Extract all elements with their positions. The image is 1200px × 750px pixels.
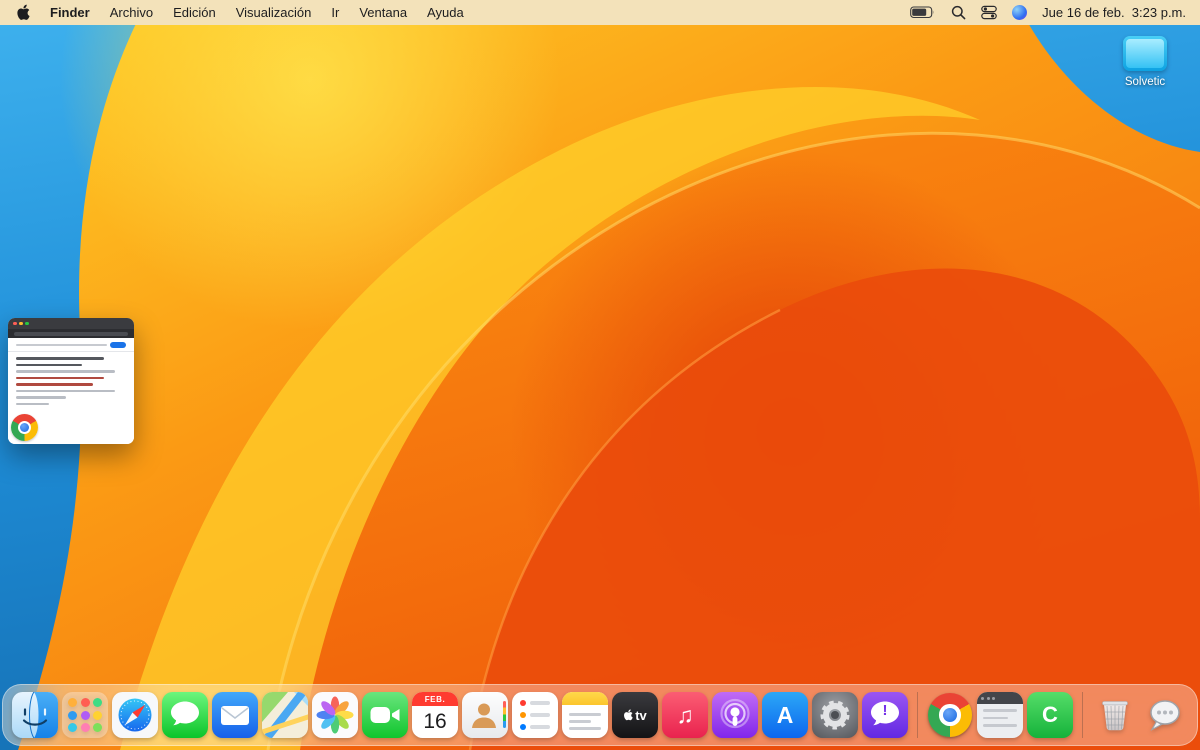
dock-item-notes[interactable]	[562, 692, 608, 738]
zoom-icon	[25, 321, 29, 326]
messages-icon	[162, 692, 208, 738]
minimize-icon	[19, 321, 23, 326]
minimized-chrome-window[interactable]	[8, 318, 134, 444]
app-store-letter: A	[776, 701, 794, 728]
dock-item-launchpad[interactable]	[62, 692, 108, 738]
dock-item-reminders[interactable]	[512, 692, 558, 738]
menu-ventana[interactable]: Ventana	[349, 0, 417, 25]
dock-item-maps[interactable]	[262, 692, 308, 738]
dock-item-trash[interactable]	[1092, 692, 1138, 738]
calendar-day-label: 16	[423, 709, 447, 733]
dock-item-contacts[interactable]	[462, 692, 508, 738]
menu-ayuda[interactable]: Ayuda	[417, 0, 474, 25]
finder-icon	[12, 692, 58, 738]
control-center-icon[interactable]	[981, 5, 997, 20]
calendar-icon: FEB. 16	[412, 692, 458, 738]
close-icon	[13, 321, 17, 326]
menu-edicion[interactable]: Edición	[163, 0, 226, 25]
dock-item-apple-tv[interactable]: tv	[612, 692, 658, 738]
dock: FEB. 16 tv ♫ A ! C	[2, 684, 1198, 746]
apple-logo-icon	[17, 4, 30, 20]
feedback-exclamation: !	[882, 702, 888, 719]
menu-bar: Finder Archivo Edición Visualización Ir …	[0, 0, 1200, 25]
dock-item-photos[interactable]	[312, 692, 358, 738]
notes-icon	[562, 692, 608, 738]
dock-separator	[917, 692, 918, 738]
dock-item-app-store[interactable]: A	[762, 692, 808, 738]
desktop-icon-label: Solvetic	[1124, 76, 1166, 88]
menu-archivo[interactable]: Archivo	[100, 0, 163, 25]
apple-tv-icon: tv	[612, 692, 658, 738]
menu-clock[interactable]: Jue 16 de feb. 3:23 p.m.	[1042, 5, 1186, 20]
mini-window-addressbar	[8, 329, 134, 338]
cleaner-letter: C	[1042, 702, 1058, 727]
app-window-icon	[977, 692, 1023, 738]
music-icon: ♫	[662, 692, 708, 738]
dock-item-safari[interactable]	[112, 692, 158, 738]
reminders-icon	[512, 692, 558, 738]
dock-item-app-window[interactable]	[977, 692, 1023, 738]
dock-item-music[interactable]: ♫	[662, 692, 708, 738]
calendar-month-label: FEB.	[412, 692, 458, 706]
menu-ir[interactable]: Ir	[321, 0, 349, 25]
spotlight-search-icon[interactable]	[951, 5, 966, 20]
chrome-icon	[927, 692, 973, 738]
dock-item-finder[interactable]	[12, 692, 58, 738]
music-note-glyph: ♫	[676, 701, 694, 728]
siri-icon[interactable]	[1012, 5, 1028, 20]
chrome-badge	[11, 414, 38, 441]
menu-finder[interactable]: Finder	[40, 0, 100, 25]
maps-icon	[262, 692, 308, 738]
wallpaper	[0, 0, 1200, 750]
dock-item-feedback[interactable]: !	[862, 692, 908, 738]
podcasts-icon	[712, 692, 758, 738]
cleaner-icon: C	[1027, 692, 1073, 738]
mini-share-button	[110, 342, 126, 348]
feedback-icon: !	[862, 692, 908, 738]
dock-item-mail[interactable]	[212, 692, 258, 738]
dock-item-calendar[interactable]: FEB. 16	[412, 692, 458, 738]
gear-icon	[812, 692, 858, 738]
battery-icon[interactable]	[910, 6, 936, 19]
mail-icon	[212, 692, 258, 738]
apple-tv-label: tv	[635, 707, 647, 723]
safari-icon	[112, 692, 158, 738]
dock-item-chrome[interactable]	[927, 692, 973, 738]
chrome-icon	[11, 414, 38, 441]
launchpad-icon	[62, 692, 108, 738]
photos-icon	[312, 692, 358, 738]
display-drive-icon	[1123, 36, 1167, 71]
dock-item-messages[interactable]	[162, 692, 208, 738]
dock-item-cleaner[interactable]: C	[1027, 692, 1073, 738]
dock-item-system-settings[interactable]	[812, 692, 858, 738]
dock-item-podcasts[interactable]	[712, 692, 758, 738]
chat-bubble-icon	[1142, 692, 1188, 738]
desktop-icon-solvetic[interactable]: Solvetic	[1108, 36, 1182, 88]
mini-window-titlebar	[8, 318, 134, 329]
dock-separator	[1082, 692, 1083, 738]
apple-menu[interactable]	[14, 4, 40, 21]
dock-item-chat[interactable]	[1142, 692, 1188, 738]
contacts-icon	[462, 692, 508, 738]
menu-visualizacion[interactable]: Visualización	[226, 0, 322, 25]
app-store-icon: A	[762, 692, 808, 738]
desktop: Finder Archivo Edición Visualización Ir …	[0, 0, 1200, 750]
facetime-icon	[362, 692, 408, 738]
trash-icon	[1092, 692, 1138, 738]
dock-item-facetime[interactable]	[362, 692, 408, 738]
